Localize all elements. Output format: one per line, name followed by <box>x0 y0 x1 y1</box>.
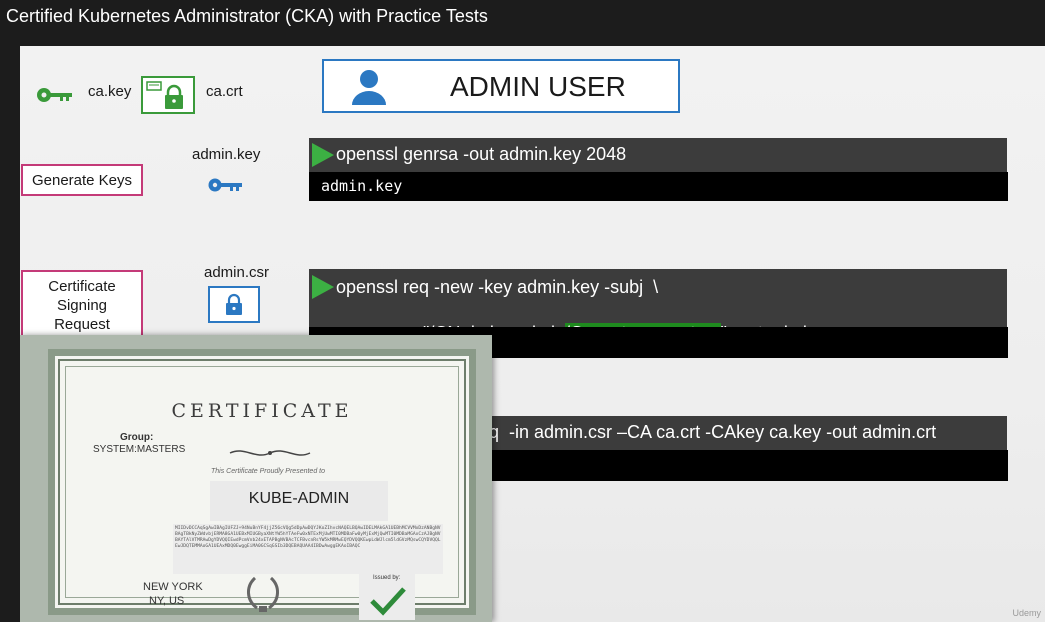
admin-key-icon <box>208 178 242 192</box>
x509-command-text: q -in admin.csr –CA ca.crt -CAkey ca.key… <box>489 422 937 442</box>
location-line-2: NY, US <box>149 595 185 607</box>
csr-lock-icon <box>208 286 260 323</box>
group-label: Group: <box>120 432 154 443</box>
genrsa-command-bar: openssl genrsa -out admin.key 2048 <box>309 138 1007 172</box>
group-value: SYSTEM:MASTERS <box>93 444 186 455</box>
title-bar: Certified Kubernetes Administrator (CKA)… <box>0 0 1045 46</box>
issued-by-box: Issued by: <box>359 572 415 620</box>
certificate-title: CERTIFICATE <box>171 400 353 422</box>
admin-user-label: ADMIN USER <box>450 71 626 102</box>
certificate-body-text: MIIDvDCCAqSgAwIBAgIUFZJ+94NuBnYF4jjZ56cV… <box>173 524 443 574</box>
genrsa-output-text: admin.key <box>321 177 403 195</box>
presented-text: This Certificate Proudly Presented to <box>211 468 325 475</box>
play-icon <box>312 275 334 299</box>
req-command-bar: openssl req -new -key admin.key -subj \ … <box>309 269 1007 343</box>
recipient-name: KUBE-ADMIN <box>248 490 350 507</box>
location-line-1: NEW YORK <box>143 581 203 593</box>
certificate-card: CERTIFICATE Group: SYSTEM:MASTERS This C… <box>20 335 492 622</box>
ca-crt-label: ca.crt <box>206 83 243 100</box>
play-icon <box>312 143 334 167</box>
generate-keys-box: Generate Keys <box>21 164 143 196</box>
ca-key-icon <box>37 88 72 102</box>
laurel-wreath-icon <box>247 576 279 612</box>
checkmark-icon <box>370 587 406 616</box>
flourish-ornament-icon <box>229 450 311 456</box>
recipient-name-box: KUBE-ADMIN <box>210 481 388 521</box>
admin-csr-label: admin.csr <box>204 264 270 281</box>
genrsa-command-text: openssl genrsa -out admin.key 2048 <box>336 144 627 164</box>
csr-label-line-2: Signing <box>56 296 108 314</box>
admin-key-label: admin.key <box>192 146 261 163</box>
user-icon <box>352 70 386 105</box>
req-command-line-1: openssl req -new -key admin.key -subj \ <box>336 277 659 297</box>
csr-box: Certificate Signing Request <box>21 270 143 340</box>
certificate-paper: CERTIFICATE Group: SYSTEM:MASTERS This C… <box>48 349 476 620</box>
genrsa-output-bar: admin.key <box>309 172 1008 201</box>
window-title: Certified Kubernetes Administrator (CKA)… <box>6 6 488 26</box>
ca-certificate-icon <box>141 76 195 114</box>
udemy-watermark: Udemy <box>1012 608 1041 618</box>
csr-label-line-1: Certificate <box>48 277 116 295</box>
slide: ca.key ca.crt ADMIN USER Generate Keys a… <box>20 46 1045 622</box>
issued-by-label: Issued by: <box>373 575 401 581</box>
generate-keys-label: Generate Keys <box>31 171 133 189</box>
ca-key-label: ca.key <box>88 83 132 100</box>
csr-label-line-3: Request <box>54 315 110 333</box>
admin-user-box: ADMIN USER <box>322 59 680 113</box>
